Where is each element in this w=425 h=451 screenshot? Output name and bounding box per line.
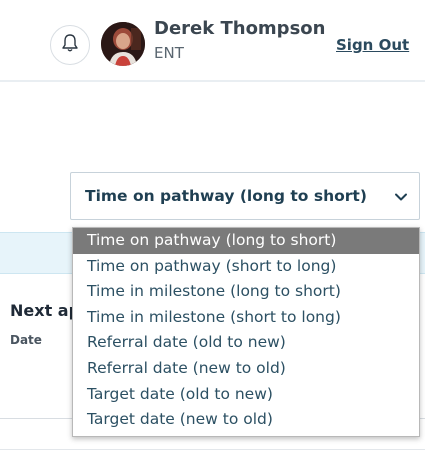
sort-select[interactable]: Time on pathway (long to short)	[70, 172, 420, 220]
sort-option[interactable]: Time in milestone (short to long)	[73, 305, 419, 331]
user-name: Derek Thompson	[154, 18, 326, 39]
bell-icon	[61, 33, 79, 57]
sort-options-list: Time on pathway (long to short) Time on p…	[72, 227, 420, 437]
page: Derek Thompson ENT Sign Out Time on path…	[0, 0, 425, 451]
sort-option[interactable]: Referral date (old to new)	[73, 330, 419, 356]
sign-out-link[interactable]: Sign Out	[336, 36, 409, 54]
sort-option[interactable]: Referral date (new to old)	[73, 356, 419, 382]
user-role: ENT	[154, 44, 184, 62]
sort-option[interactable]: Time in milestone (long to short)	[73, 279, 419, 305]
sort-option[interactable]: Target date (old to new)	[73, 382, 419, 408]
chevron-down-icon	[393, 189, 409, 205]
notifications-button[interactable]	[50, 25, 90, 65]
sort-option[interactable]: Time on pathway (long to short)	[73, 228, 419, 254]
avatar	[101, 22, 145, 66]
app-header: Derek Thompson ENT Sign Out	[0, 0, 425, 82]
divider	[0, 449, 425, 450]
card-title: Next ap	[10, 301, 81, 320]
card-column-label: Date	[10, 333, 42, 347]
sort-option[interactable]: Target date (new to old)	[73, 407, 419, 433]
sort-option[interactable]: Time on pathway (short to long)	[73, 254, 419, 280]
sort-select-value: Time on pathway (long to short)	[85, 187, 367, 205]
